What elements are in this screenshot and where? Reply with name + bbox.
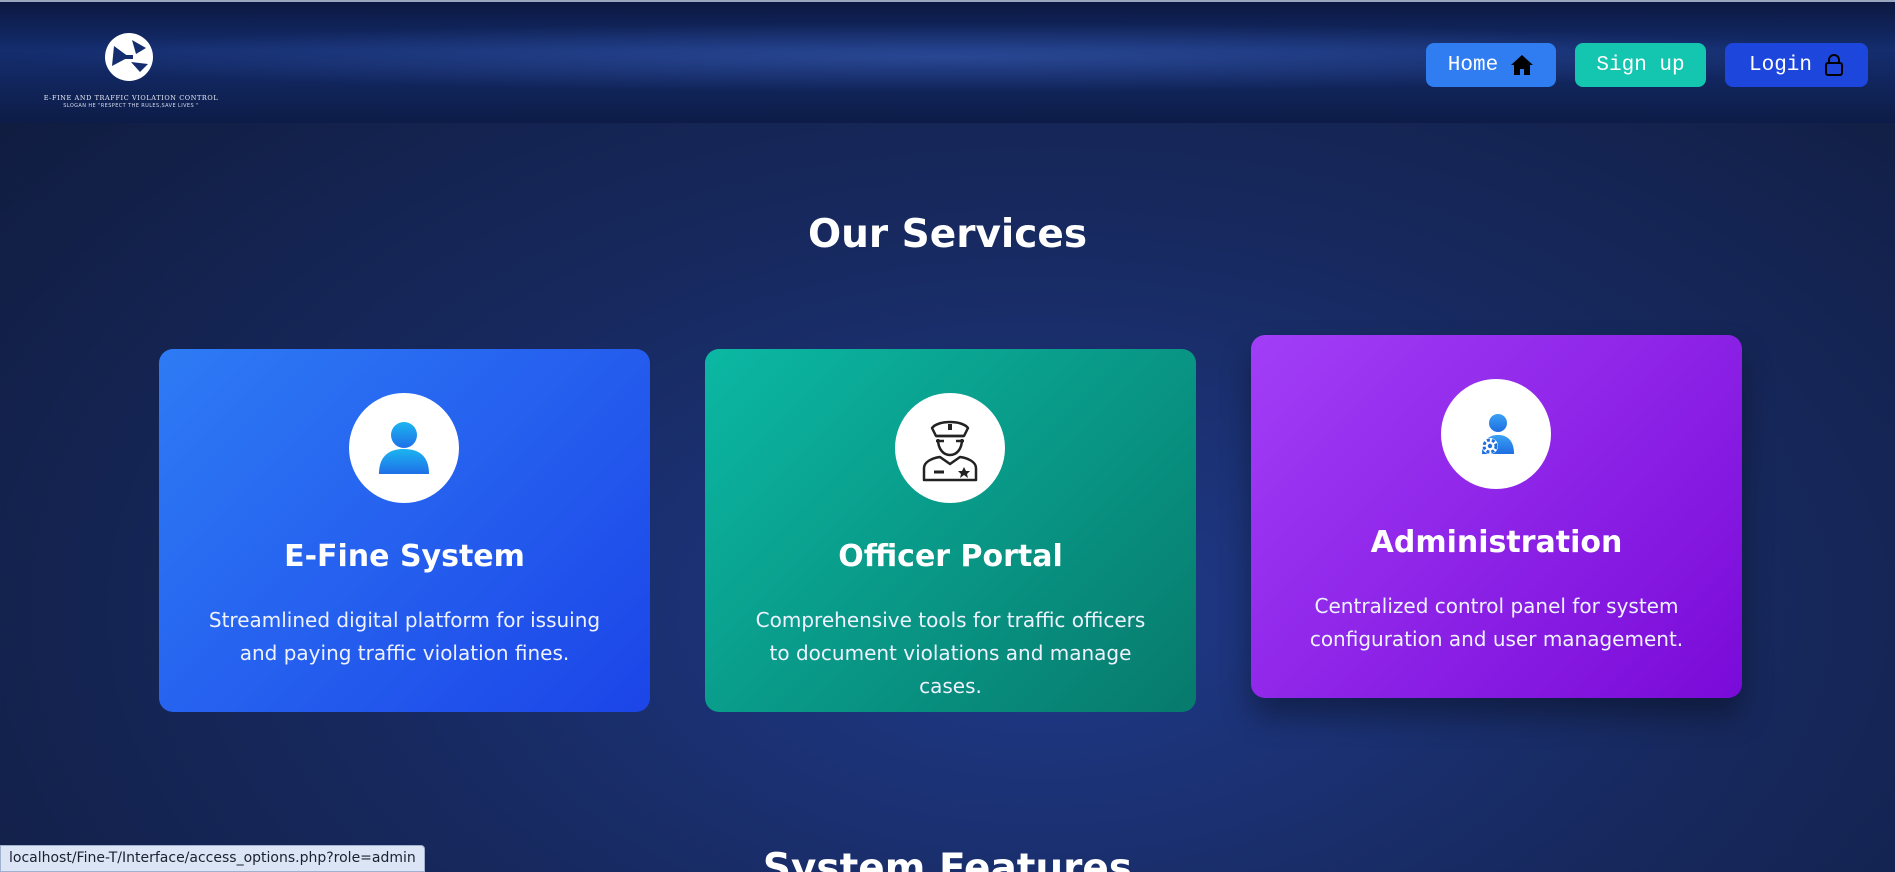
- signup-button-label: Sign up: [1596, 53, 1685, 77]
- service-card-efine[interactable]: E-Fine System Streamlined digital platfo…: [159, 349, 650, 712]
- card-icon-wrapper: [1441, 379, 1551, 489]
- admin-gear-icon: [1482, 414, 1514, 454]
- card-icon-wrapper: [349, 393, 459, 503]
- card-title: Administration: [1370, 525, 1623, 560]
- card-description: Streamlined digital platform for issuing…: [208, 608, 601, 665]
- police-officer-icon: [922, 420, 978, 482]
- services-title: Our Services: [807, 212, 1088, 257]
- login-button-label: Login: [1748, 53, 1812, 77]
- service-card-officer-portal[interactable]: Officer Portal Comprehensive tools for t…: [705, 349, 1196, 712]
- navbar: E-FINE AND TRAFFIC VIOLATION CONTROL SLO…: [0, 0, 1895, 123]
- signup-button[interactable]: Sign up: [1575, 43, 1706, 87]
- home-button-label: Home: [1447, 53, 1499, 77]
- logo-title: E-FINE AND TRAFFIC VIOLATION CONTROL: [43, 94, 219, 102]
- site-logo[interactable]: E-FINE AND TRAFFIC VIOLATION CONTROL SLO…: [36, 28, 226, 112]
- lock-icon: [1825, 54, 1843, 76]
- service-card-administration[interactable]: Administration Centralized control panel…: [1251, 335, 1742, 698]
- card-icon-wrapper: [895, 393, 1005, 503]
- browser-status-url: localhost/Fine-T/Interface/access_option…: [0, 845, 425, 872]
- home-button[interactable]: Home: [1426, 43, 1556, 87]
- login-button[interactable]: Login: [1725, 43, 1868, 87]
- card-title: Officer Portal: [838, 539, 1063, 574]
- logo-mark-icon: [105, 33, 153, 81]
- card-title: E-Fine System: [284, 539, 525, 574]
- logo-slogan: SLOGAN HE "RESPECT THE RULES,SAVE LIVES …: [63, 103, 199, 109]
- card-description: Centralized control panel for system con…: [1309, 594, 1684, 651]
- user-icon: [379, 422, 429, 474]
- card-description: Comprehensive tools for traffic officers…: [755, 608, 1146, 698]
- home-icon: [1511, 55, 1534, 75]
